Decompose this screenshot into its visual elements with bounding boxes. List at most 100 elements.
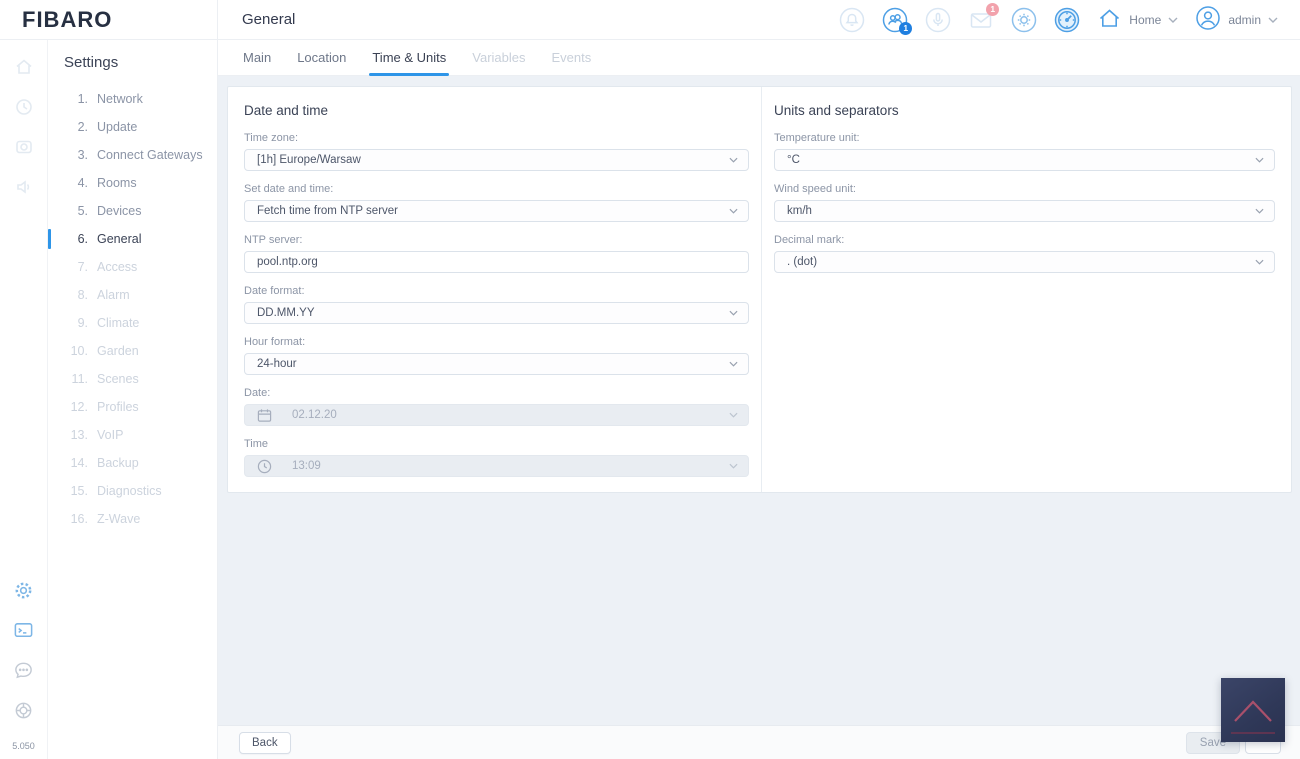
chevron-down-icon <box>1255 208 1264 214</box>
chevron-down-icon <box>1255 259 1264 265</box>
home-selector[interactable]: Home <box>1097 6 1178 34</box>
page-title: General <box>242 11 296 28</box>
field-wind-speed-unit: Wind speed unit: km/h <box>774 183 1275 222</box>
temperature-unit-select[interactable]: °C <box>774 149 1275 171</box>
field-date: Date: 02.12.20 <box>244 387 749 426</box>
sidebar-item-voip[interactable]: 13. VoIP <box>48 421 217 449</box>
sidebar-item-access[interactable]: 7. Access <box>48 253 217 281</box>
set-date-time-select[interactable]: Fetch time from NTP server <box>244 200 749 222</box>
tab-time-units[interactable]: Time & Units <box>369 50 450 76</box>
settings-card: Date and time Time zone: [1h] Europe/War… <box>227 86 1292 493</box>
tab-location[interactable]: Location <box>297 50 346 75</box>
roof-chevron-icon <box>1231 700 1275 734</box>
date-time-section: Date and time Time zone: [1h] Europe/War… <box>228 87 762 492</box>
user-label: admin <box>1228 12 1261 27</box>
chevron-down-icon <box>1268 17 1278 23</box>
content-area: Date and time Time zone: [1h] Europe/War… <box>218 76 1300 725</box>
chevron-down-icon <box>1168 17 1178 23</box>
home-icon <box>1097 6 1122 34</box>
ntp-server-input[interactable]: pool.ntp.org <box>244 251 749 273</box>
tab-events[interactable]: Events <box>552 50 592 75</box>
tab-variables[interactable]: Variables <box>472 50 525 75</box>
sidebar-item-backup[interactable]: 14. Backup <box>48 449 217 477</box>
section-title-date-time: Date and time <box>244 103 329 118</box>
home-label: Home <box>1129 12 1162 27</box>
sidebar-item-rooms[interactable]: 4. Rooms <box>48 169 217 197</box>
terminal-icon[interactable] <box>13 619 35 641</box>
left-column: FIBARO 5.050 Settings 1. Network 2. Upda… <box>0 0 217 759</box>
chevron-down-icon <box>729 412 738 418</box>
sidebar-item-zwave[interactable]: 16. Z-Wave <box>48 505 217 533</box>
user-menu[interactable]: admin <box>1195 5 1278 34</box>
volume-rail-icon[interactable] <box>13 176 35 198</box>
field-timezone: Time zone: [1h] Europe/Warsaw <box>244 132 749 171</box>
clock-icon <box>257 459 272 474</box>
sidebar-title: Settings <box>64 54 119 71</box>
sidebar-item-general[interactable]: 6. General <box>48 225 217 253</box>
fibaro-logo: FIBARO <box>22 6 113 32</box>
users-badge: 1 <box>899 21 913 35</box>
field-ntp-server: NTP server: pool.ntp.org <box>244 234 749 273</box>
settings-sidebar: Settings 1. Network 2. Update 3. Connect Ga… <box>48 40 217 759</box>
sidebar-item-connect-gateways[interactable]: 3. Connect Gateways <box>48 141 217 169</box>
home-rail-icon[interactable] <box>13 56 35 78</box>
date-format-select[interactable]: DD.MM.YY <box>244 302 749 324</box>
users-icon[interactable]: 1 <box>882 7 913 35</box>
sidebar-item-diagnostics[interactable]: 15. Diagnostics <box>48 477 217 505</box>
field-temperature-unit: Temperature unit: °C <box>774 132 1275 171</box>
time-picker[interactable]: 13:09 <box>244 455 749 477</box>
field-time: Time 13:09 <box>244 438 749 477</box>
gauge-icon[interactable] <box>1054 7 1080 33</box>
mail-icon[interactable]: 1 <box>968 2 1000 33</box>
field-date-format: Date format: DD.MM.YY <box>244 285 749 324</box>
field-decimal-mark: Decimal mark: . (dot) <box>774 234 1275 273</box>
display-settings-icon[interactable] <box>1011 7 1037 33</box>
sidebar-item-scenes[interactable]: 11. Scenes <box>48 365 217 393</box>
units-section: Units and separators Temperature unit: °… <box>762 87 1291 492</box>
corner-widget[interactable] <box>1221 678 1285 742</box>
alarm-bell-icon[interactable] <box>839 7 865 33</box>
wind-speed-unit-select[interactable]: km/h <box>774 200 1275 222</box>
logo-row: FIBARO <box>0 0 217 40</box>
chevron-down-icon <box>729 310 738 316</box>
sidebar-item-devices[interactable]: 5. Devices <box>48 197 217 225</box>
sidebar-item-profiles[interactable]: 12. Profiles <box>48 393 217 421</box>
sidebar-item-update[interactable]: 2. Update <box>48 113 217 141</box>
sidebar-item-alarm[interactable]: 8. Alarm <box>48 281 217 309</box>
sidebar-item-climate[interactable]: 9. Climate <box>48 309 217 337</box>
mail-badge: 1 <box>986 2 1000 16</box>
tab-bar: Main Location Time & Units Variables Eve… <box>218 40 1300 76</box>
chevron-down-icon <box>729 463 738 469</box>
field-hour-format: Hour format: 24-hour <box>244 336 749 375</box>
field-set-date-time: Set date and time: Fetch time from NTP s… <box>244 183 749 222</box>
calendar-icon <box>257 408 272 423</box>
timezone-select[interactable]: [1h] Europe/Warsaw <box>244 149 749 171</box>
date-picker[interactable]: 02.12.20 <box>244 404 749 426</box>
tab-main[interactable]: Main <box>243 50 271 75</box>
section-title-units: Units and separators <box>774 103 899 118</box>
chevron-down-icon <box>1255 157 1264 163</box>
sidebar-item-garden[interactable]: 10. Garden <box>48 337 217 365</box>
footer-bar: Back Save <box>218 725 1300 759</box>
back-button[interactable]: Back <box>239 731 291 754</box>
chevron-down-icon <box>729 208 738 214</box>
support-icon[interactable] <box>13 699 35 721</box>
app-root: FIBARO 5.050 Settings 1. Network 2. Upda… <box>0 0 1300 759</box>
microphone-icon[interactable] <box>925 7 951 33</box>
chevron-down-icon <box>729 157 738 163</box>
chat-icon[interactable] <box>13 659 35 681</box>
topbar: General 1 1 Home admin <box>218 0 1300 40</box>
chevron-down-icon <box>729 361 738 367</box>
settings-list: 1. Network 2. Update 3. Connect Gateways 4.… <box>48 85 217 533</box>
hour-format-select[interactable]: 24-hour <box>244 353 749 375</box>
icon-rail: 5.050 <box>0 40 48 759</box>
topbar-actions: 1 1 Home admin <box>839 2 1278 35</box>
sidebar-item-network[interactable]: 1. Network <box>48 85 217 113</box>
main-column: General 1 1 Home admin Main Location Tim… <box>217 0 1300 759</box>
version-label: 5.050 <box>12 741 35 751</box>
decimal-mark-select[interactable]: . (dot) <box>774 251 1275 273</box>
gear-icon[interactable] <box>13 579 35 601</box>
avatar-icon <box>1195 5 1221 34</box>
clock-rail-icon[interactable] <box>13 96 35 118</box>
camera-rail-icon[interactable] <box>13 136 35 158</box>
